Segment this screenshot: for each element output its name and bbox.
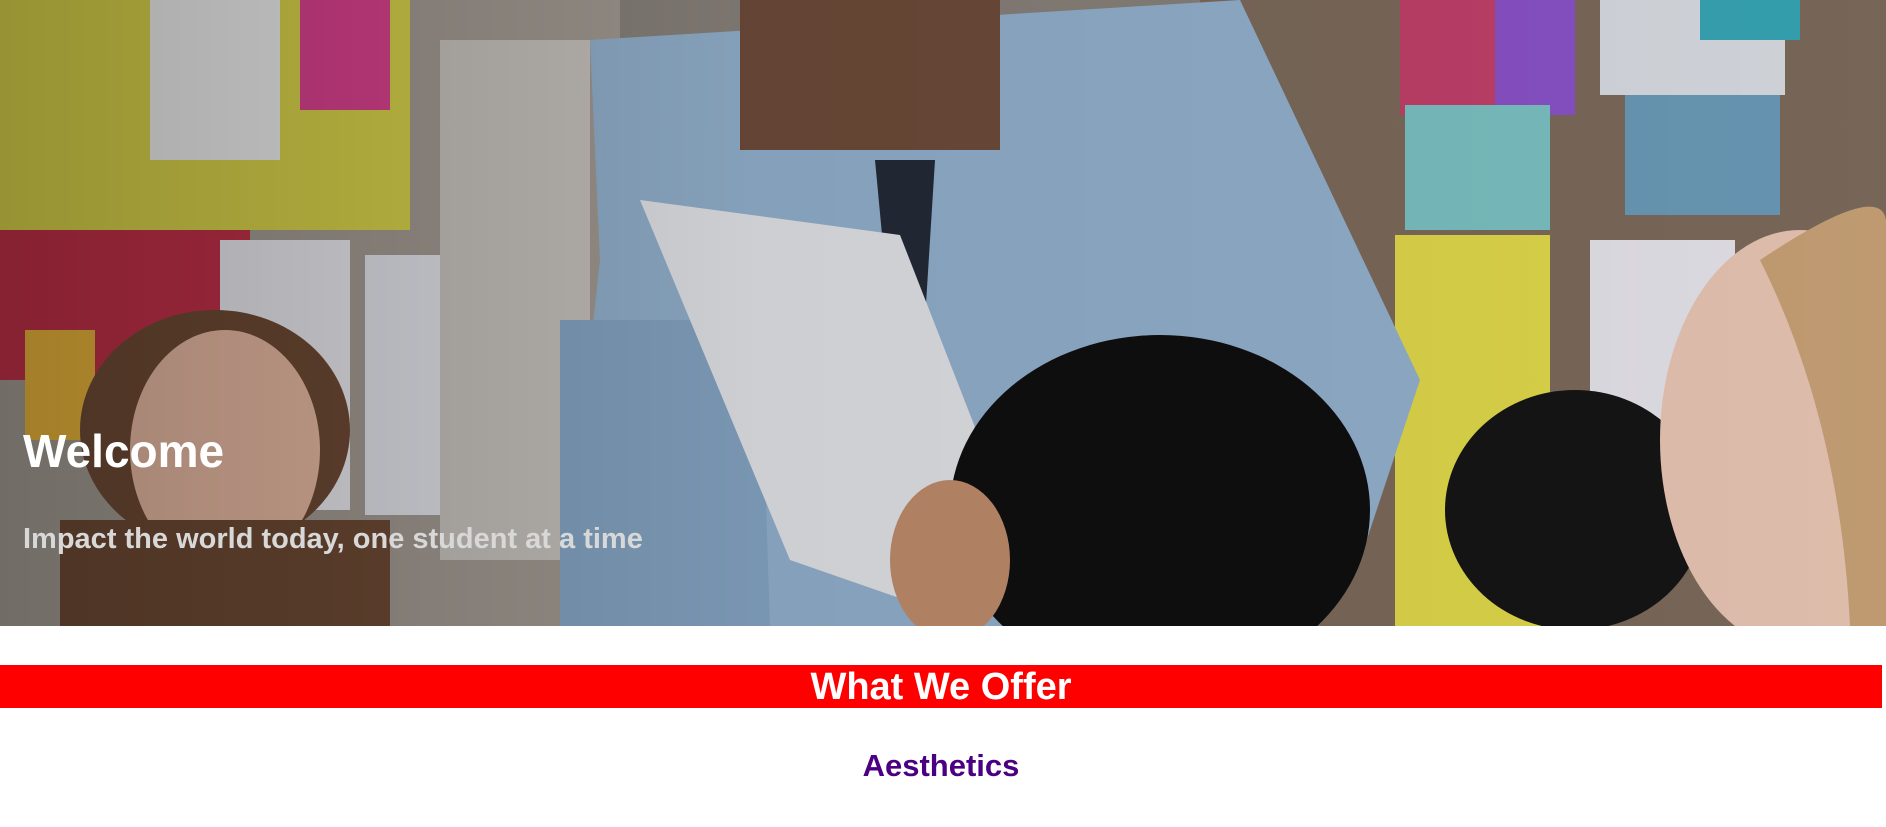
hero-subtitle: Impact the world today, one student at a… [23,523,643,555]
hero-title: Welcome [23,425,225,477]
page: Welcome Impact the world today, one stud… [0,0,1886,827]
offer-heading: What We Offer [810,665,1072,708]
hero-section: Welcome Impact the world today, one stud… [0,0,1886,626]
offer-banner: What We Offer [0,665,1882,708]
offer-item-title-aesthetics: Aesthetics [862,748,1020,783]
